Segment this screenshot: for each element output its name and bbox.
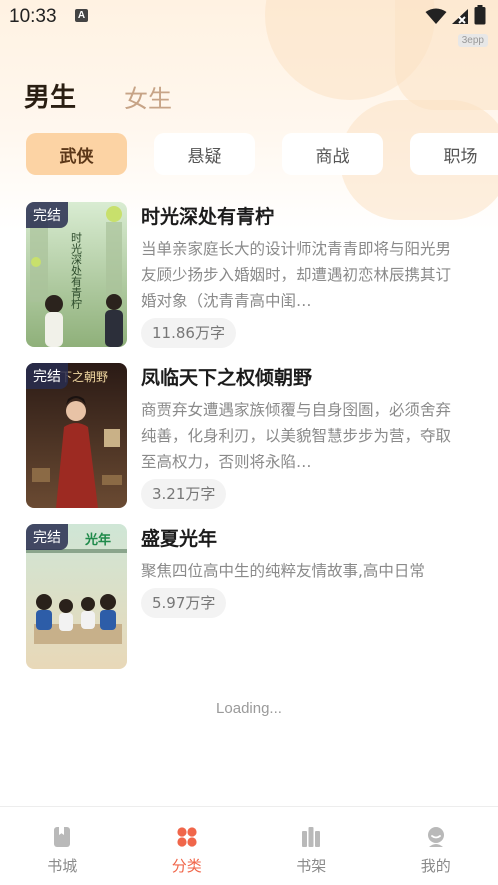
book-info: 凤临天下之权倾朝野 商贾弃女遭遇家族倾覆与自身囹圄，必须舍弃纯善，化身利刃，以美… <box>141 363 466 509</box>
notification-icon: A <box>75 9 88 22</box>
gender-tabs: 男生 女生 <box>21 74 220 114</box>
finished-badge: 完结 <box>26 363 68 389</box>
book-info: 盛夏光年 聚焦四位高中生的纯粹友情故事,高中日常 5.97万字 <box>141 524 466 618</box>
nav-label: 分类 <box>171 857 202 875</box>
book-title[interactable]: 凤临天下之权倾朝野 <box>141 363 466 393</box>
nav-book-city[interactable]: 书城 <box>0 807 125 885</box>
book-info: 时光深处有青柠 当单亲家庭长大的设计师沈青青即将与阳光男友顾少扬步入婚姻时，却遭… <box>141 202 466 348</box>
status-bar: 10:33 A 3epp <box>0 0 498 47</box>
finished-badge: 完结 <box>26 524 68 550</box>
word-count-badge: 3.21万字 <box>141 479 227 509</box>
book-description: 当单亲家庭长大的设计师沈青青即将与阳光男友顾少扬步入婚姻时，却遭遇初恋林辰携其订… <box>141 240 452 310</box>
nav-label: 书城 <box>47 857 78 875</box>
cover-title-text: 光年 <box>84 532 111 548</box>
book-title[interactable]: 盛夏光年 <box>141 524 466 554</box>
nav-label: 书架 <box>296 857 327 875</box>
header-background <box>0 0 498 230</box>
status-time: 10:33 <box>9 6 57 27</box>
profile-icon <box>427 827 444 847</box>
chip-workplace[interactable]: 职场 <box>410 133 498 175</box>
chip-wuxia[interactable]: 武侠 <box>26 133 127 175</box>
category-icon <box>177 827 197 847</box>
book-title[interactable]: 时光深处有青柠 <box>141 202 466 232</box>
signal-icon <box>452 9 468 24</box>
word-count-badge: 11.86万字 <box>141 318 236 348</box>
loading-indicator: Loading... <box>216 700 282 717</box>
book-list: 时光深处有青柠 完结 时光深处有青柠 当单亲家庭长大的设计师沈青青即将与阳光男友… <box>26 202 476 685</box>
nav-profile[interactable]: 我的 <box>374 807 498 885</box>
chip-business[interactable]: 商战 <box>282 133 383 175</box>
category-chips: 武侠 悬疑 商战 职场 <box>26 133 498 175</box>
battery-icon <box>474 5 486 25</box>
wifi-icon <box>425 8 447 24</box>
cover-title-text: 时光深处有青柠 <box>70 232 83 310</box>
book-cover[interactable]: 光年 完结 <box>26 524 127 669</box>
book-item[interactable]: 时光深处有青柠 完结 时光深处有青柠 当单亲家庭长大的设计师沈青青即将与阳光男友… <box>26 202 476 363</box>
book-cover[interactable]: 天下之朝野 完结 <box>26 363 127 508</box>
chip-suspense[interactable]: 悬疑 <box>154 133 255 175</box>
nav-bookshelf[interactable]: 书架 <box>249 807 374 885</box>
book-cover[interactable]: 时光深处有青柠 完结 <box>26 202 127 347</box>
word-count-badge: 5.97万字 <box>141 588 227 618</box>
bottom-nav: 书城 分类 书架 我的 <box>0 806 498 885</box>
book-city-icon <box>54 827 71 847</box>
tab-male[interactable]: 男生 <box>21 77 81 114</box>
book-description: 商贾弃女遭遇家族倾覆与自身囹圄，必须舍弃纯善，化身利刃，以美貌智慧步步为营，夺取… <box>141 401 452 471</box>
tab-female[interactable]: 女生 <box>124 79 172 114</box>
book-item[interactable]: 光年 完结 盛夏光年 聚焦四位高中生的纯粹友情故事,高中日常 5.97万字 <box>26 524 476 685</box>
book-item[interactable]: 天下之朝野 完结 凤临天下之权倾朝野 商贾弃女遭遇家族倾覆与自身囹圄，必须舍弃纯… <box>26 363 476 524</box>
nav-category[interactable]: 分类 <box>125 807 250 885</box>
nav-label: 我的 <box>420 857 451 875</box>
book-description: 聚焦四位高中生的纯粹友情故事,高中日常 <box>141 562 425 580</box>
finished-badge: 完结 <box>26 202 68 228</box>
corner-badge: 3epp <box>457 34 488 47</box>
bookshelf-icon <box>302 827 321 847</box>
